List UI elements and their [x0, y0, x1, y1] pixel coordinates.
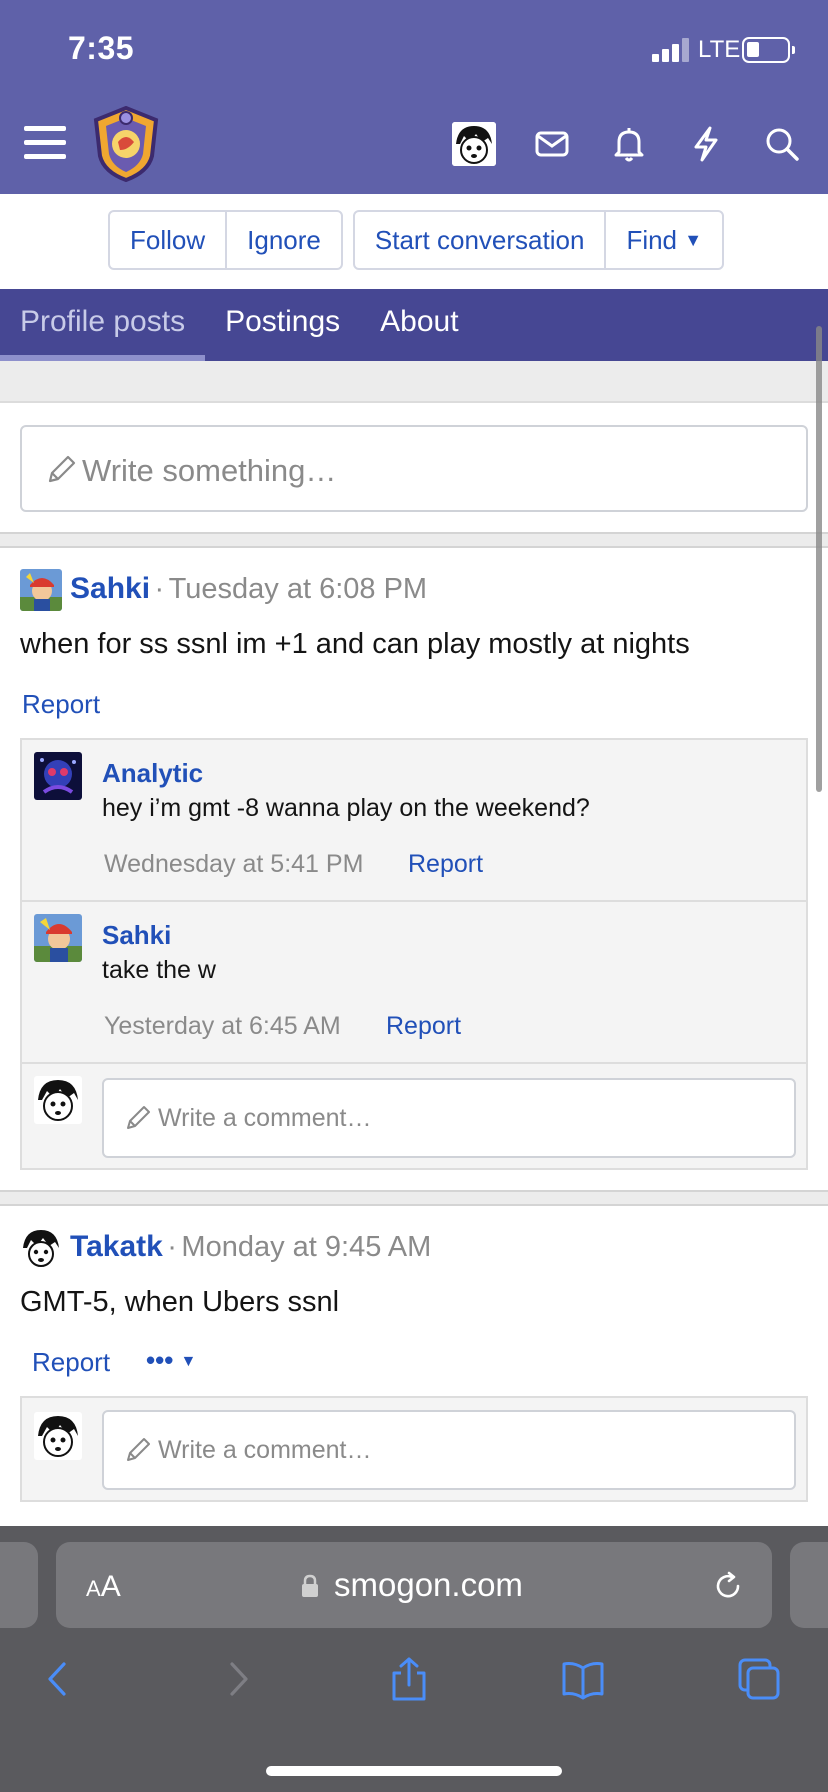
find-label: Find [626, 225, 678, 255]
scrollbar[interactable] [816, 326, 822, 792]
comment-text: hey i’m gmt -8 wanna play on the weekend… [102, 794, 590, 822]
next-tab-peek[interactable] [790, 1542, 828, 1628]
section-separator [0, 532, 828, 548]
meta-separator: · [154, 573, 165, 605]
post-author[interactable]: Takatk [70, 1230, 163, 1263]
profile-tabs: Profile posts Postings About [0, 289, 828, 361]
comment-placeholder: Write a comment… [158, 1436, 372, 1464]
home-indicator [266, 1766, 562, 1776]
report-link[interactable]: Report [408, 850, 483, 879]
post-author[interactable]: Sahki [70, 572, 150, 605]
avatar[interactable] [34, 752, 82, 800]
comment-author[interactable]: Analytic [102, 758, 203, 789]
avatar[interactable] [34, 914, 82, 962]
bell-icon[interactable] [607, 122, 651, 166]
reader-settings-button[interactable]: AA [86, 1570, 121, 1604]
user-avatar[interactable] [452, 122, 496, 166]
caret-down-icon: ▼ [684, 230, 703, 250]
ignore-button[interactable]: Ignore [227, 212, 341, 268]
profile-post-placeholder: Write something… [82, 453, 337, 488]
back-icon[interactable] [36, 1656, 82, 1702]
post-header: Takatk · Monday at 9:45 AM [70, 1230, 431, 1264]
comment-input[interactable]: Write a comment… [102, 1410, 796, 1490]
pencil-icon [48, 455, 76, 483]
aa-small: A [86, 1576, 101, 1601]
post-text: GMT-5, when Ubers ssnl [20, 1286, 340, 1318]
mail-icon[interactable] [530, 122, 574, 166]
tabs-icon[interactable] [736, 1656, 782, 1702]
pencil-icon [127, 1106, 150, 1129]
report-link[interactable]: Report [32, 1347, 110, 1378]
signal-icon [652, 38, 692, 62]
start-conversation-button[interactable]: Start conversation [355, 212, 607, 268]
conversation-find-group: Start conversation Find ▼ [352, 210, 725, 270]
share-icon[interactable] [386, 1656, 432, 1702]
avatar[interactable] [20, 569, 62, 611]
section-separator [0, 1190, 828, 1206]
more-options-button[interactable]: ••• ▼ [146, 1345, 196, 1376]
bookmarks-icon[interactable] [560, 1656, 606, 1702]
comment-item: Sahki take the w Yesterday at 6:45 AM Re… [22, 902, 806, 1064]
meta-separator: · [167, 1231, 177, 1263]
profile-post-input[interactable]: Write something… [20, 425, 808, 512]
report-link[interactable]: Report [22, 689, 100, 720]
tab-profile-posts[interactable]: Profile posts [0, 289, 206, 361]
comment-text: take the w [102, 956, 216, 984]
aa-large: A [100, 1570, 121, 1603]
comment-input[interactable]: Write a comment… [102, 1078, 796, 1158]
comment-author[interactable]: Sahki [102, 920, 171, 951]
post-header: Sahki · Tuesday at 6:08 PM [70, 572, 427, 606]
comment-placeholder: Write a comment… [158, 1104, 372, 1132]
profile-actions: Follow Ignore Start conversation Find ▼ [108, 210, 725, 270]
avatar [34, 1076, 82, 1124]
battery-icon [742, 37, 795, 63]
pencil-icon [127, 1438, 150, 1461]
comment-item: Analytic hey i’m gmt -8 wanna play on th… [22, 740, 806, 902]
post-time[interactable]: Monday at 9:45 AM [181, 1231, 431, 1263]
comment-time[interactable]: Wednesday at 5:41 PM [104, 850, 363, 879]
avatar[interactable] [20, 1227, 62, 1269]
address-host[interactable]: smogon.com [334, 1566, 523, 1604]
follow-ignore-group: Follow Ignore [108, 210, 343, 270]
reload-icon[interactable] [712, 1570, 744, 1602]
report-link[interactable]: Report [386, 1012, 461, 1041]
comment-time[interactable]: Yesterday at 6:45 AM [104, 1012, 341, 1041]
search-icon[interactable] [760, 122, 804, 166]
lock-icon [300, 1574, 320, 1598]
previous-tab-peek[interactable] [0, 1542, 38, 1628]
tab-about[interactable]: About [360, 289, 478, 361]
avatar [34, 1412, 82, 1460]
find-button[interactable]: Find ▼ [606, 212, 722, 268]
site-logo[interactable] [92, 105, 160, 183]
post-time[interactable]: Tuesday at 6:08 PM [169, 573, 427, 605]
comment-list: Analytic hey i’m gmt -8 wanna play on th… [20, 738, 808, 1170]
menu-icon[interactable] [24, 124, 66, 162]
post-text: when for ss ssnl im +1 and can play most… [20, 628, 690, 660]
network-label: LTE [698, 36, 741, 63]
tab-postings[interactable]: Postings [205, 289, 360, 361]
status-time: 7:35 [68, 30, 135, 66]
caret-down-icon: ▼ [180, 1353, 197, 1370]
tab-divider [0, 361, 828, 403]
forward-icon[interactable] [214, 1656, 260, 1702]
more-icon: ••• [146, 1345, 174, 1375]
follow-button[interactable]: Follow [110, 212, 228, 268]
lightning-icon[interactable] [684, 122, 728, 166]
comment-list: Write a comment… [20, 1396, 808, 1502]
